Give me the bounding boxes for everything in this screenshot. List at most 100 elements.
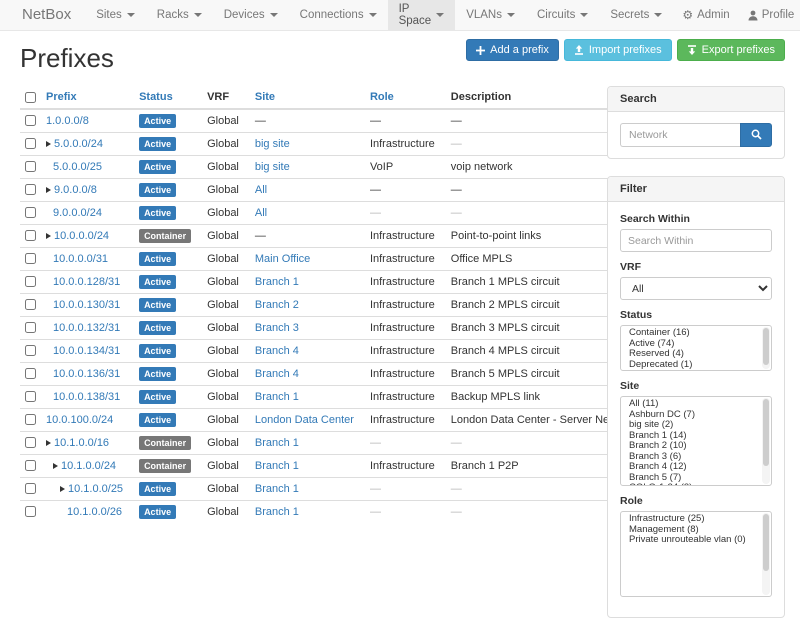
listbox-option[interactable]: Deprecated (1) [621, 360, 771, 371]
prefix-link[interactable]: 10.1.0.0/24 [61, 460, 116, 472]
prefix-link[interactable]: 10.0.0.0/24 [54, 230, 109, 242]
row-checkbox[interactable] [25, 483, 36, 494]
scrollbar-thumb[interactable] [763, 328, 769, 365]
listbox-option[interactable]: Container (16) [621, 328, 771, 339]
listbox-option[interactable]: Infrastructure (25) [621, 514, 771, 525]
row-checkbox[interactable] [25, 276, 36, 287]
listbox-option[interactable]: Private unrouteable vlan (0) [621, 535, 771, 546]
prefix-link[interactable]: 10.0.0.134/31 [53, 345, 120, 357]
nav-item-devices[interactable]: Devices [213, 0, 289, 30]
prefix-link[interactable]: 10.0.0.138/31 [53, 391, 120, 403]
sort-link[interactable]: Site [255, 91, 275, 103]
row-checkbox[interactable] [25, 161, 36, 172]
prefix-link[interactable]: 5.0.0.0/24 [54, 138, 103, 150]
row-checkbox[interactable] [25, 138, 36, 149]
row-checkbox[interactable] [25, 207, 36, 218]
column-header-status[interactable]: Status [131, 86, 199, 109]
import-prefixes-button[interactable]: Import prefixes [564, 39, 672, 61]
prefix-link[interactable]: 10.1.0.0/25 [68, 483, 123, 495]
search-input[interactable] [620, 123, 740, 147]
column-header-prefix[interactable]: Prefix [38, 86, 131, 109]
nav-item-connections[interactable]: Connections [289, 0, 388, 30]
row-checkbox[interactable] [25, 184, 36, 195]
site-link[interactable]: Main Office [255, 253, 310, 265]
sort-link[interactable]: Role [370, 91, 394, 103]
listbox-option[interactable]: Ashburn DC (7) [621, 410, 771, 421]
site-link[interactable]: Branch 1 [255, 391, 299, 403]
prefix-link[interactable]: 5.0.0.0/25 [53, 161, 102, 173]
site-link[interactable]: Branch 1 [255, 437, 299, 449]
site-link[interactable]: Branch 3 [255, 322, 299, 334]
role-listbox[interactable]: Infrastructure (25)Management (8)Private… [620, 511, 772, 597]
site-link[interactable]: Branch 4 [255, 345, 299, 357]
row-checkbox[interactable] [25, 460, 36, 471]
nav-item-sites[interactable]: Sites [85, 0, 146, 30]
row-checkbox[interactable] [25, 437, 36, 448]
site-link[interactable]: Branch 2 [255, 299, 299, 311]
row-checkbox[interactable] [25, 299, 36, 310]
listbox-option[interactable]: Reserved (4) [621, 349, 771, 360]
scrollbar-thumb[interactable] [763, 514, 769, 571]
search-within-input[interactable] [620, 229, 772, 252]
brand-logo[interactable]: NetBox [0, 0, 85, 30]
row-checkbox[interactable] [25, 115, 36, 126]
row-checkbox[interactable] [25, 506, 36, 517]
site-link[interactable]: big site [255, 138, 290, 150]
sort-link[interactable]: Prefix [46, 91, 77, 103]
site-link[interactable]: Branch 1 [255, 483, 299, 495]
row-checkbox[interactable] [25, 391, 36, 402]
site-link[interactable]: big site [255, 161, 290, 173]
nav-item-vlans[interactable]: VLANs [455, 0, 526, 30]
nav-item-secrets[interactable]: Secrets [599, 0, 673, 30]
site-link[interactable]: Branch 1 [255, 276, 299, 288]
prefix-link[interactable]: 10.0.0.130/31 [53, 299, 120, 311]
listbox-option[interactable]: Branch 3 (6) [621, 452, 771, 463]
listbox-option[interactable]: Management (8) [621, 525, 771, 536]
nav-item-circuits[interactable]: Circuits [526, 0, 599, 30]
row-checkbox[interactable] [25, 345, 36, 356]
nav-item-profile[interactable]: Profile [739, 0, 800, 30]
listbox-option[interactable]: All (11) [621, 399, 771, 410]
nav-item-admin[interactable]: ⚙ Admin [673, 0, 738, 30]
listbox-option[interactable]: Branch 1 (14) [621, 431, 771, 442]
scrollbar-thumb[interactable] [763, 399, 769, 466]
row-checkbox[interactable] [25, 368, 36, 379]
prefix-link[interactable]: 10.0.0.132/31 [53, 322, 120, 334]
prefix-link[interactable]: 1.0.0.0/8 [46, 115, 89, 127]
site-link[interactable]: London Data Center [255, 414, 354, 426]
prefix-link[interactable]: 10.0.0.0/31 [53, 253, 108, 265]
vrf-select[interactable]: All [620, 277, 772, 300]
status-listbox[interactable]: Container (16)Active (74)Reserved (4)Dep… [620, 325, 772, 371]
listbox-option[interactable]: Branch 4 (12) [621, 462, 771, 473]
prefix-link[interactable]: 10.0.0.128/31 [53, 276, 120, 288]
site-link[interactable]: Branch 1 [255, 460, 299, 472]
site-link[interactable]: Branch 1 [255, 506, 299, 518]
column-header-role[interactable]: Role [362, 86, 443, 109]
prefix-link[interactable]: 10.1.0.0/26 [67, 506, 122, 518]
site-link[interactable]: All [255, 184, 267, 196]
column-header-site[interactable]: Site [247, 86, 362, 109]
nav-item-ip-space[interactable]: IP Space [388, 0, 456, 30]
search-button[interactable] [740, 123, 772, 147]
site-link[interactable]: Branch 4 [255, 368, 299, 380]
listbox-option[interactable]: big site (2) [621, 420, 771, 431]
row-checkbox[interactable] [25, 322, 36, 333]
row-checkbox[interactable] [25, 253, 36, 264]
listbox-option[interactable]: Branch 5 (7) [621, 473, 771, 484]
sort-link[interactable]: Status [139, 91, 173, 103]
prefix-link[interactable]: 10.0.0.136/31 [53, 368, 120, 380]
prefix-link[interactable]: 10.1.0.0/16 [54, 437, 109, 449]
prefix-link[interactable]: 10.0.100.0/24 [46, 414, 113, 426]
prefix-link[interactable]: 9.0.0.0/8 [54, 184, 97, 196]
row-checkbox[interactable] [25, 230, 36, 241]
add-prefix-button[interactable]: Add a prefix [466, 39, 559, 61]
nav-item-racks[interactable]: Racks [146, 0, 213, 30]
listbox-option[interactable]: COLO-1-24 (3) [621, 483, 771, 486]
prefix-link[interactable]: 9.0.0.0/24 [53, 207, 102, 219]
listbox-option[interactable]: Active (74) [621, 339, 771, 350]
site-listbox[interactable]: All (11)Ashburn DC (7)big site (2)Branch… [620, 396, 772, 486]
row-checkbox[interactable] [25, 414, 36, 425]
listbox-option[interactable]: Branch 2 (10) [621, 441, 771, 452]
site-link[interactable]: All [255, 207, 267, 219]
export-prefixes-button[interactable]: Export prefixes [677, 39, 785, 61]
